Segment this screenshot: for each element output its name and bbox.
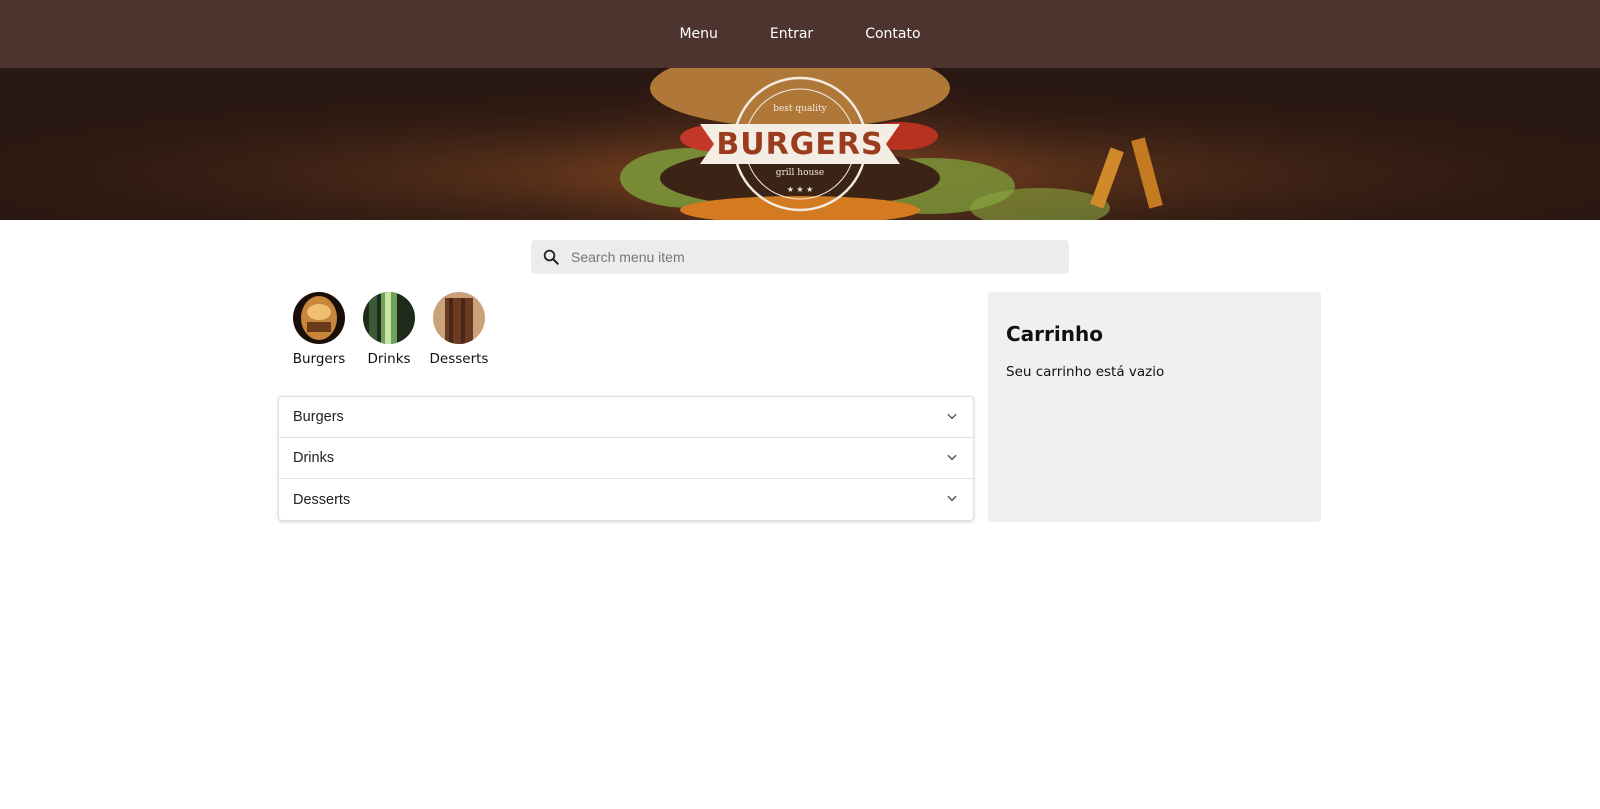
cart-title: Carrinho — [1006, 322, 1103, 346]
category-desserts[interactable]: Desserts — [424, 292, 494, 396]
chevron-down-icon — [945, 408, 959, 427]
search-icon — [541, 247, 561, 267]
category-label: Desserts — [429, 351, 489, 367]
accordion-burgers[interactable]: Burgers — [279, 397, 973, 438]
hero-banner: BURGERS best quality grill house ★ ★ ★ — [0, 68, 1600, 220]
logo-bottom-text: grill house — [775, 168, 825, 178]
category-label: Drinks — [367, 351, 411, 367]
accordion-drinks[interactable]: Drinks — [279, 438, 973, 479]
chevron-down-icon — [945, 490, 959, 509]
accordion-desserts[interactable]: Desserts — [279, 479, 973, 520]
logo-word: BURGERS — [716, 126, 884, 162]
accordion-label: Desserts — [293, 491, 351, 508]
category-burgers-image — [293, 292, 345, 344]
category-label: Burgers — [292, 351, 346, 367]
accordion-label: Drinks — [293, 450, 335, 466]
search-input[interactable] — [569, 248, 1033, 266]
chevron-down-icon — [945, 449, 959, 468]
cart-panel: Carrinho Seu carrinho está vazio — [988, 292, 1321, 522]
search-bar[interactable] — [531, 240, 1069, 274]
category-burgers[interactable]: Burgers — [284, 292, 354, 396]
nav-contato-link[interactable]: Contato — [839, 26, 946, 42]
category-drinks[interactable]: Drinks — [354, 292, 424, 396]
cart-empty-text: Seu carrinho está vazio — [1006, 364, 1165, 380]
category-desserts-image — [433, 292, 485, 344]
nav-menu-link[interactable]: Menu — [653, 26, 743, 42]
logo-top-text: best quality — [773, 104, 827, 114]
category-drinks-image — [363, 292, 415, 344]
accordion-label: Burgers — [293, 409, 344, 425]
top-nav: Menu Entrar Contato — [0, 0, 1600, 68]
category-chips: Burgers Drinks Desserts — [278, 292, 972, 396]
menu-accordion: Burgers Drinks Desserts — [278, 396, 974, 521]
nav-entrar-link[interactable]: Entrar — [744, 26, 839, 42]
logo-stars: ★ ★ ★ — [786, 185, 814, 194]
